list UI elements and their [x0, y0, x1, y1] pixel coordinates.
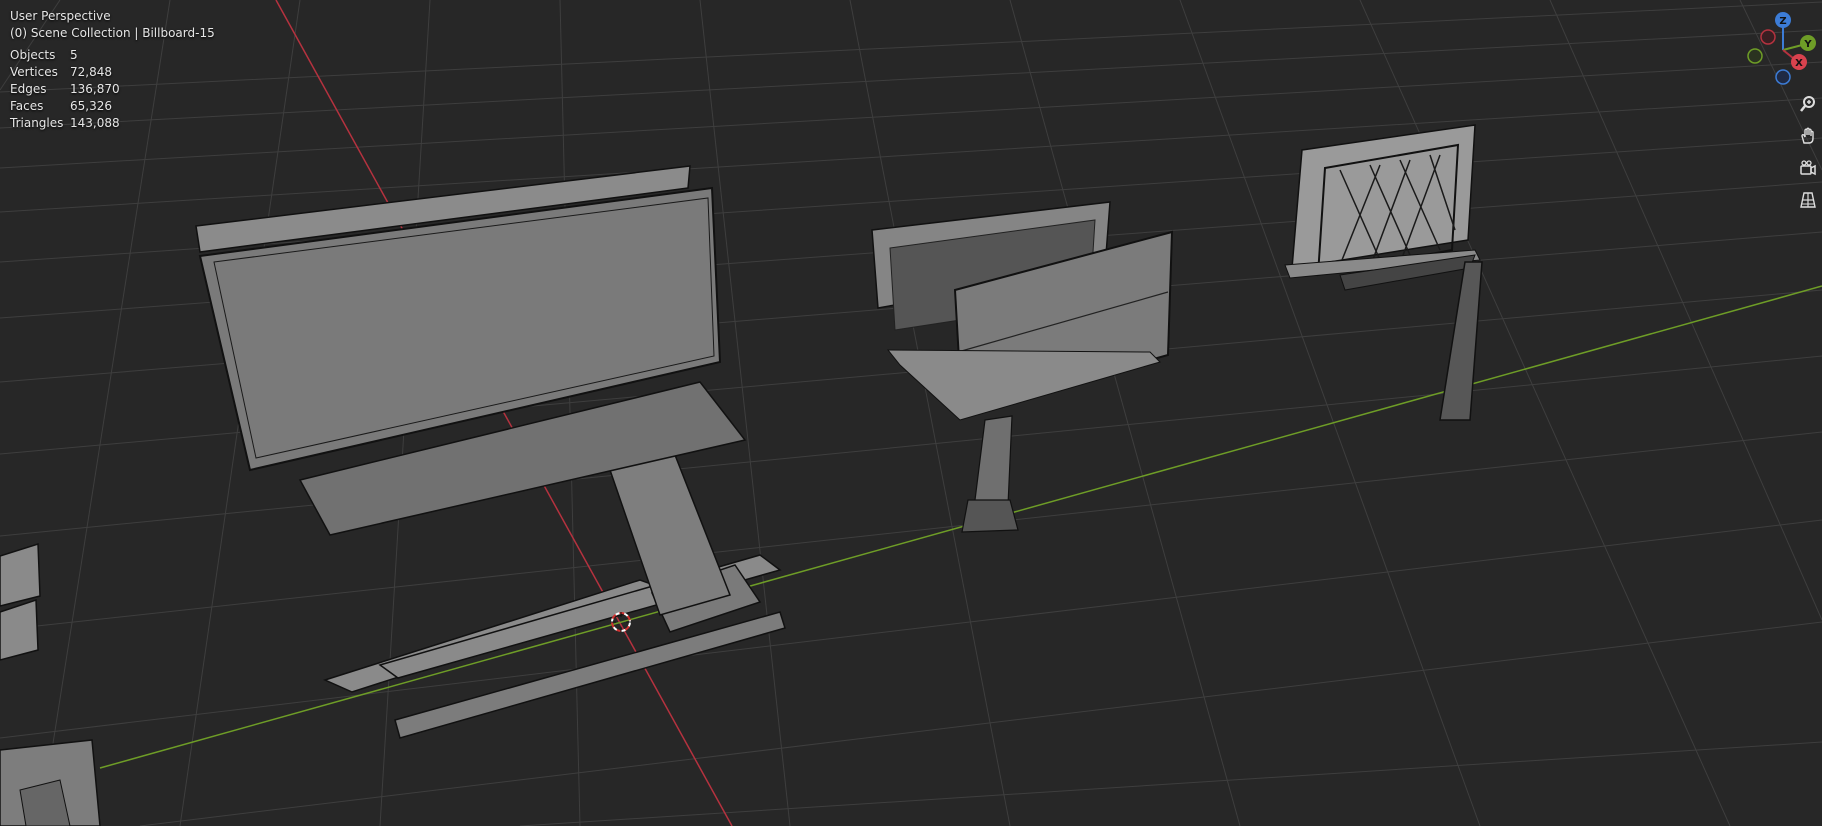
navigation-gizmo[interactable]: Z Y X: [1738, 10, 1822, 90]
scene-canvas[interactable]: [0, 0, 1822, 826]
stat-row-triangles: Triangles 143,088: [10, 115, 215, 132]
3d-viewport[interactable]: User Perspective (0) Scene Collection | …: [0, 0, 1822, 826]
stat-label: Faces: [10, 99, 44, 113]
partial-object-left-upper[interactable]: [0, 542, 41, 661]
stat-label: Triangles: [10, 116, 64, 130]
stat-value: 136,870: [70, 82, 120, 96]
stat-label: Edges: [10, 82, 47, 96]
statistics-panel: Objects 5 Vertices 72,848 Edges 136,870 Fac…: [10, 47, 215, 132]
billboard-right[interactable]: [1284, 124, 1483, 421]
viewport-navigation-tools: [1796, 92, 1820, 220]
stat-label: Objects: [10, 48, 56, 62]
zoom-icon[interactable]: [1796, 92, 1820, 116]
hand-pan-icon[interactable]: [1796, 124, 1820, 148]
neg-z-axis-handle[interactable]: [1775, 69, 1791, 85]
perspective-grid-icon[interactable]: [1796, 188, 1820, 212]
neg-y-axis-handle[interactable]: [1747, 48, 1763, 64]
view-name: User Perspective: [10, 9, 111, 23]
y-axis-label: Y: [1803, 39, 1812, 50]
stat-value: 65,326: [70, 99, 112, 113]
viewport-info-overlay: User Perspective (0) Scene Collection | …: [10, 8, 215, 132]
partial-object-left-lower[interactable]: [0, 739, 101, 826]
billboard-large[interactable]: [195, 165, 786, 739]
stat-row-edges: Edges 136,870: [10, 81, 215, 98]
stat-value: 5: [70, 48, 78, 62]
neg-x-axis-handle[interactable]: [1760, 29, 1776, 45]
billboard-middle[interactable]: [871, 201, 1174, 533]
stat-value: 72,848: [70, 65, 112, 79]
stat-value: 143,088: [70, 116, 120, 130]
z-axis-label: Z: [1779, 16, 1786, 27]
stat-label: Vertices: [10, 65, 58, 79]
camera-view-icon[interactable]: [1796, 156, 1820, 180]
stat-row-objects: Objects 5: [10, 47, 215, 64]
x-axis-label: X: [1795, 58, 1803, 69]
collection-path: (0) Scene Collection | Billboard-15: [10, 26, 215, 40]
stat-row-faces: Faces 65,326: [10, 98, 215, 115]
stat-row-vertices: Vertices 72,848: [10, 64, 215, 81]
